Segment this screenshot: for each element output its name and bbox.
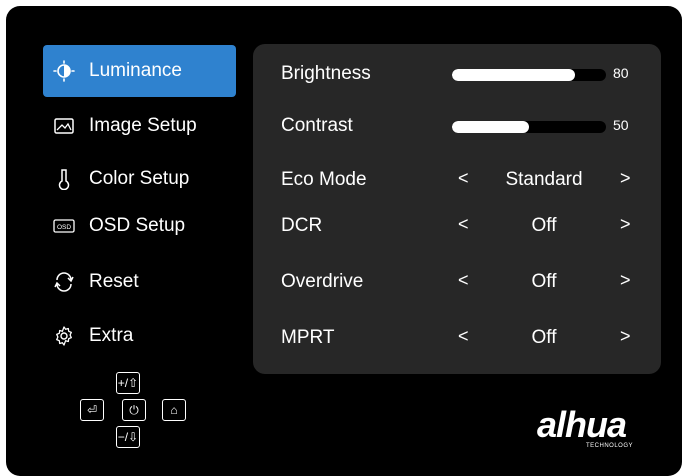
sidebar-item-extra[interactable]: Extra — [43, 310, 236, 362]
logo-subtitle: TECHNOLOGY — [586, 443, 634, 449]
sidebar-item-label: Luminance — [89, 60, 182, 81]
sidebar-item-image-setup[interactable]: Image Setup — [43, 100, 236, 152]
contrast-value: 50 — [613, 117, 629, 133]
setting-label: Brightness — [281, 63, 371, 84]
setting-row-eco-mode[interactable]: Eco Mode < Standard > — [253, 160, 661, 200]
setting-label: DCR — [281, 215, 323, 236]
reset-icon — [53, 271, 75, 293]
setting-row-mprt[interactable]: MPRT < Off > — [253, 318, 661, 358]
overdrive-value: Off — [531, 271, 557, 292]
sidebar-item-label: Reset — [89, 271, 139, 292]
power-key[interactable]: ⏻ — [122, 399, 146, 421]
setting-row-contrast[interactable]: Contrast 50 — [253, 106, 661, 146]
brightness-slider[interactable] — [452, 69, 606, 81]
sidebar-item-osd-setup[interactable]: OSD OSD Setup — [43, 200, 236, 252]
minus-down-key[interactable]: −/⇩ — [116, 426, 140, 448]
chevron-left-icon[interactable]: < — [458, 270, 469, 291]
sidebar-item-luminance[interactable]: Luminance — [43, 45, 236, 97]
chevron-left-icon[interactable]: < — [458, 326, 469, 347]
setting-row-dcr[interactable]: DCR < Off > — [253, 206, 661, 246]
exit-key[interactable]: ⏎ — [80, 399, 104, 421]
chevron-right-icon[interactable]: > — [620, 168, 631, 189]
sidebar-item-reset[interactable]: Reset — [43, 256, 236, 308]
color-setup-icon — [53, 168, 75, 190]
brightness-slider-fill — [452, 69, 576, 81]
mprt-value: Off — [531, 327, 557, 348]
sidebar-item-label: Extra — [89, 325, 134, 346]
setting-label: Eco Mode — [281, 169, 367, 190]
setting-label: Contrast — [281, 115, 353, 136]
sidebar-item-color-setup[interactable]: Color Setup — [43, 153, 236, 205]
plus-up-key[interactable]: +/⇧ — [116, 372, 140, 394]
dcr-value: Off — [531, 215, 557, 236]
settings-panel: Brightness 80 Contrast 50 Eco Mode < Sta… — [253, 44, 661, 374]
setting-label: MPRT — [281, 327, 335, 348]
sidebar-item-label: Color Setup — [89, 168, 190, 189]
dahua-logo: alhua TECHNOLOGY — [537, 404, 667, 454]
osd-icon-text: OSD — [57, 224, 71, 231]
chevron-right-icon[interactable]: > — [620, 270, 631, 291]
contrast-slider-fill — [452, 121, 529, 133]
eco-mode-value: Standard — [505, 169, 583, 190]
setting-row-overdrive[interactable]: Overdrive < Off > — [253, 262, 661, 302]
luminance-icon — [53, 60, 75, 82]
home-key[interactable]: ⌂ — [162, 399, 186, 421]
chevron-left-icon[interactable]: < — [458, 214, 469, 235]
osd-setup-icon: OSD — [53, 215, 75, 237]
setting-label: Overdrive — [281, 271, 364, 292]
sidebar-item-label: Image Setup — [89, 115, 197, 136]
sidebar-item-label: OSD Setup — [89, 215, 186, 236]
gear-icon — [53, 325, 75, 347]
chevron-left-icon[interactable]: < — [458, 168, 469, 189]
setting-row-brightness[interactable]: Brightness 80 — [253, 54, 661, 94]
image-setup-icon — [53, 115, 75, 137]
logo-wordmark: alhua — [537, 404, 627, 445]
brightness-value: 80 — [613, 65, 629, 81]
chevron-right-icon[interactable]: > — [620, 214, 631, 235]
chevron-right-icon[interactable]: > — [620, 326, 631, 347]
contrast-slider[interactable] — [452, 121, 606, 133]
